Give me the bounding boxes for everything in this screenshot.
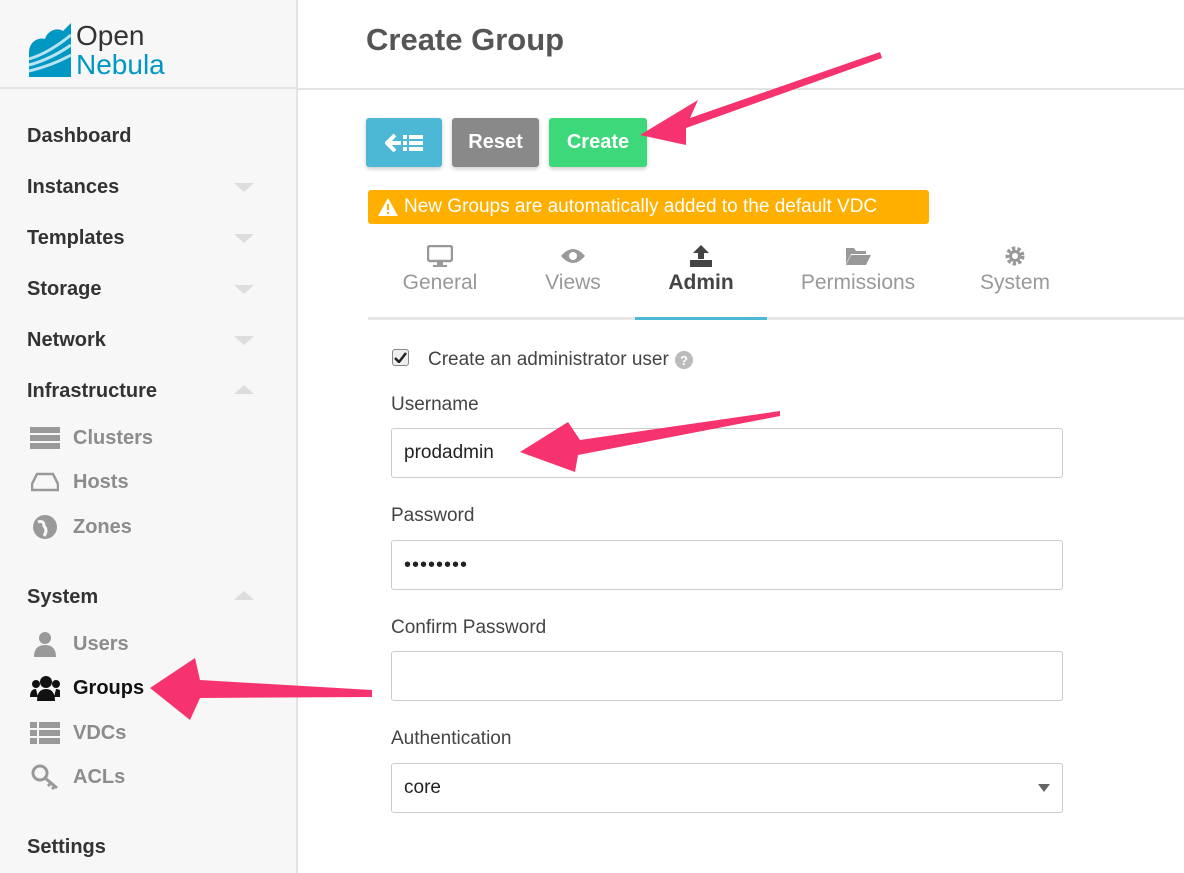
nav-vdcs[interactable]: VDCs <box>30 721 126 745</box>
list-icon <box>30 721 60 745</box>
tab-general[interactable]: General <box>365 244 515 295</box>
chevron-up-icon[interactable] <box>234 591 254 600</box>
chevron-down-icon[interactable] <box>234 336 254 345</box>
nav-zones[interactable]: Zones <box>30 515 132 539</box>
nav-users[interactable]: Users <box>30 632 129 657</box>
user-icon <box>30 632 60 657</box>
create-admin-checkbox[interactable] <box>392 349 409 366</box>
sidebar: Open Nebula Dashboard Instances Template… <box>0 0 298 873</box>
nav-label: Users <box>73 632 129 655</box>
gear-icon <box>940 244 1090 268</box>
nav-dashboard[interactable]: Dashboard <box>27 125 131 148</box>
nav-system[interactable]: System <box>27 586 98 609</box>
hdd-icon <box>30 470 60 494</box>
authentication-value: core <box>404 777 441 798</box>
tab-label: Views <box>545 271 601 294</box>
nav-templates[interactable]: Templates <box>27 227 124 250</box>
tab-label: Permissions <box>800 271 916 294</box>
nav-label: VDCs <box>73 721 127 744</box>
active-tab-indicator <box>635 317 767 320</box>
logo-text-open: Open <box>76 20 145 51</box>
server-icon <box>30 426 60 450</box>
nav-label: Clusters <box>73 426 154 449</box>
logo-text-nebula: Nebula <box>76 49 165 80</box>
nav-storage[interactable]: Storage <box>27 278 101 301</box>
chevron-down-icon[interactable] <box>234 285 254 294</box>
nav-network[interactable]: Network <box>27 329 106 352</box>
username-label: Username <box>391 394 479 415</box>
nav-hosts[interactable]: Hosts <box>30 470 129 494</box>
desktop-icon <box>365 244 515 268</box>
nav-settings[interactable]: Settings <box>27 836 106 859</box>
nav-infrastructure[interactable]: Infrastructure <box>27 380 157 403</box>
tab-label: Admin <box>668 271 734 294</box>
chevron-down-icon[interactable] <box>234 234 254 243</box>
cloud-logo-icon <box>28 23 71 77</box>
password-label: Password <box>391 505 475 526</box>
authentication-select[interactable]: core <box>391 763 1063 813</box>
tab-divider <box>368 317 1184 320</box>
header: Create Group <box>298 0 1184 90</box>
svg-text:?: ? <box>680 353 688 368</box>
warning-callout: New Groups are automatically added to th… <box>368 190 929 224</box>
upload-icon <box>626 244 776 268</box>
nav-instances[interactable]: Instances <box>27 176 119 199</box>
warning-icon <box>378 198 398 216</box>
tab-label: General <box>402 271 478 294</box>
help-icon[interactable]: ? <box>674 351 693 369</box>
chevron-up-icon[interactable] <box>234 385 254 394</box>
page-title: Create Group <box>366 22 565 57</box>
nav-acls[interactable]: ACLs <box>30 764 126 790</box>
confirm-password-input[interactable] <box>391 651 1063 701</box>
tab-admin[interactable]: Admin <box>626 244 776 295</box>
nav-label: Zones <box>73 515 132 538</box>
nav-clusters[interactable]: Clusters <box>30 426 153 450</box>
create-admin-label: Create an administrator user ? <box>428 349 693 371</box>
nav-label: ACLs <box>73 765 126 788</box>
nav-label: Groups <box>73 676 145 699</box>
checkmark-icon <box>394 352 407 363</box>
users-icon <box>30 676 60 701</box>
dropdown-caret-icon <box>1038 784 1050 792</box>
tab-permissions[interactable]: Permissions <box>783 244 933 295</box>
globe-icon <box>30 515 60 539</box>
create-admin-text: Create an administrator user <box>428 349 669 370</box>
nav-groups[interactable]: Groups <box>30 676 145 701</box>
logo[interactable]: Open Nebula <box>0 0 296 89</box>
create-button[interactable]: Create <box>549 118 647 167</box>
back-to-list-button[interactable] <box>366 118 442 167</box>
tab-system[interactable]: System <box>940 244 1090 295</box>
chevron-down-icon[interactable] <box>234 183 254 192</box>
confirm-password-label: Confirm Password <box>391 617 547 638</box>
key-icon <box>30 764 60 790</box>
nav-label: Hosts <box>73 470 129 493</box>
folder-open-icon <box>783 244 933 268</box>
username-input[interactable]: prodadmin <box>391 428 1063 478</box>
reset-button[interactable]: Reset <box>452 118 539 167</box>
warning-text: New Groups are automatically added to th… <box>404 196 878 217</box>
arrow-left-list-icon <box>385 133 423 152</box>
password-input[interactable]: •••••••• <box>391 540 1063 590</box>
tab-label: System <box>979 271 1050 294</box>
authentication-label: Authentication <box>391 728 512 749</box>
